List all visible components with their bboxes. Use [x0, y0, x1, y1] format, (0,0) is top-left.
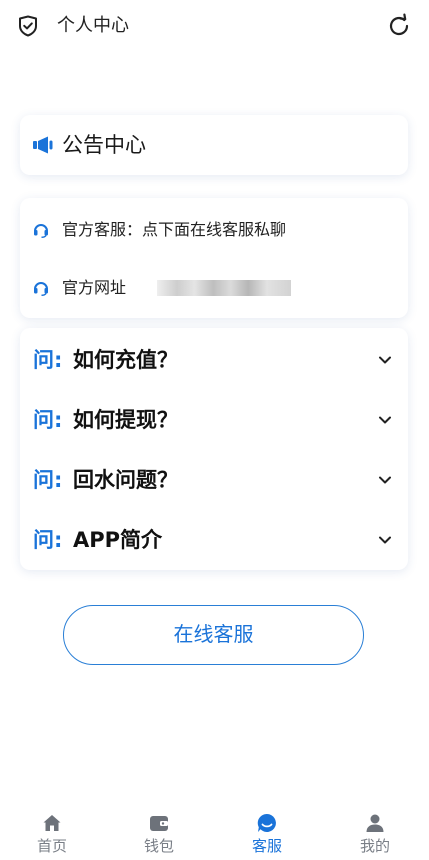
- wallet-icon: [150, 816, 168, 831]
- faq-question: APP简介: [73, 528, 163, 552]
- official-site-url-redacted: [157, 280, 291, 296]
- official-service-text: 官方客服：点下面在线客服私聊: [62, 220, 287, 239]
- online-service-button[interactable]: 在线客服: [63, 605, 364, 665]
- faq-question: 回水问题？: [73, 468, 178, 492]
- faq-prefix: 问:: [33, 528, 63, 552]
- bottom-nav: 首页 钱包 客服 我的: [0, 802, 429, 860]
- chevron-down-icon[interactable]: [377, 412, 393, 428]
- faq-question: 如何充值？: [73, 348, 178, 372]
- nav-label: 首页: [36, 837, 67, 855]
- service-info-card: 官方客服：点下面在线客服私聊 官方网址: [20, 198, 408, 318]
- chat-icon: [257, 813, 276, 832]
- faq-item[interactable]: 问: 回水问题？: [20, 450, 408, 510]
- faq-question: 如何提现？: [73, 408, 178, 432]
- nav-item-service[interactable]: 客服: [227, 802, 307, 860]
- faq-item[interactable]: 问: 如何充值？: [20, 330, 408, 390]
- megaphone-icon: [33, 136, 53, 154]
- personal-center-page: 个人中心 公告中心 官方客服：点下面在线客服私聊 官方网址 问: 如何充值？ 问…: [0, 0, 429, 860]
- notice-center-label: 公告中心: [62, 133, 146, 157]
- user-icon: [366, 814, 384, 832]
- chevron-down-icon[interactable]: [377, 352, 393, 368]
- shield-check-icon[interactable]: [16, 14, 40, 38]
- faq-prefix: 问:: [33, 468, 63, 492]
- top-bar: 个人中心: [0, 0, 429, 54]
- official-site-row: 官方网址: [20, 268, 408, 308]
- nav-item-mine[interactable]: 我的: [335, 802, 415, 860]
- official-site-label: 官方网址: [62, 278, 127, 297]
- home-icon: [43, 815, 61, 831]
- faq-prefix: 问:: [33, 408, 63, 432]
- notice-center-card[interactable]: 公告中心: [20, 115, 408, 175]
- nav-label: 客服: [251, 837, 282, 855]
- chevron-down-icon[interactable]: [377, 472, 393, 488]
- headset-icon: [34, 282, 48, 297]
- nav-item-home[interactable]: 首页: [12, 802, 92, 860]
- nav-label: 我的: [359, 837, 390, 855]
- nav-label: 钱包: [143, 837, 174, 855]
- refresh-icon[interactable]: [386, 13, 412, 39]
- page-title: 个人中心: [57, 15, 129, 36]
- faq-item[interactable]: 问: APP简介: [20, 510, 408, 570]
- chevron-down-icon[interactable]: [377, 532, 393, 548]
- headset-icon: [34, 224, 48, 239]
- official-service-row: 官方客服：点下面在线客服私聊: [20, 210, 408, 250]
- faq-card: 问: 如何充值？ 问: 如何提现？ 问: 回水问题？ 问: APP简介: [20, 328, 408, 570]
- nav-item-wallet[interactable]: 钱包: [119, 802, 199, 860]
- faq-item[interactable]: 问: 如何提现？: [20, 390, 408, 450]
- faq-prefix: 问:: [33, 348, 63, 372]
